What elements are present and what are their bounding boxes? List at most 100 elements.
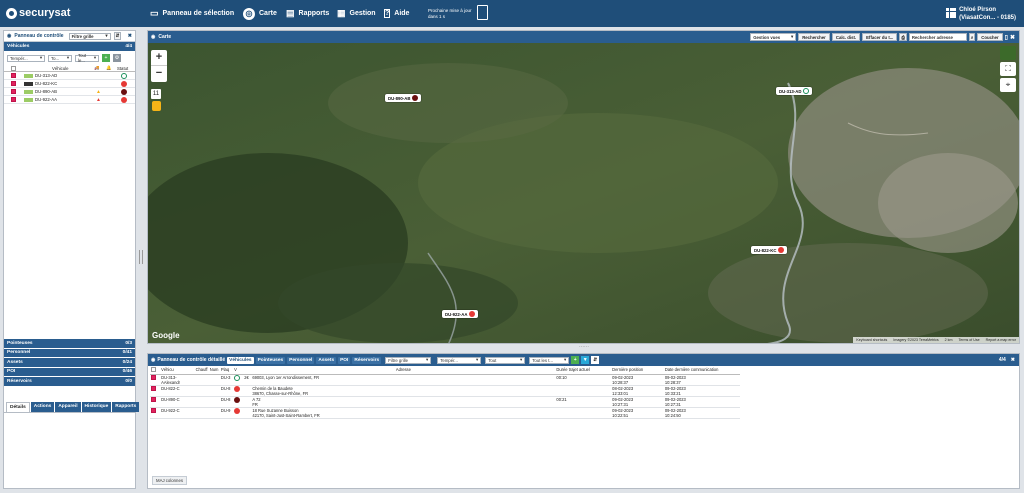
vehicle-row[interactable]: DU-890-AB ▲ — [4, 88, 135, 96]
close-icon[interactable]: ✖ — [1011, 357, 1015, 363]
tab-actions[interactable]: Actions — [30, 401, 55, 412]
column-header[interactable]: Date dernière communication — [663, 366, 740, 375]
temperature-select[interactable]: Tempér... ▾ — [437, 356, 482, 364]
user-info[interactable]: Chloé Pirson (ViasatCon... - 0185) — [959, 6, 1016, 22]
tab-pointeuses[interactable]: Pointeuses — [255, 356, 286, 364]
table-row[interactable]: DU-822-C DU-8 Chemin de la Baudete 38670,… — [150, 385, 740, 397]
tab-vehicules[interactable]: Véhicules — [227, 356, 254, 364]
street-view-pegman-icon[interactable] — [152, 101, 161, 111]
settings-button[interactable]: ⚙ — [113, 54, 121, 62]
column-header[interactable]: V — [233, 366, 244, 375]
tab-details[interactable]: Détails — [6, 401, 30, 412]
nav-rapports[interactable]: ▤ Rapports — [286, 0, 329, 27]
filter-toggle-button[interactable]: ⇵ — [113, 32, 122, 40]
zoom-out-button[interactable]: − — [151, 66, 167, 81]
table-row[interactable]: DU-313-AAlexandr DU-3 2€ 69003, Lyon 1er… — [150, 374, 740, 386]
section-poi[interactable]: POI 0/46 — [4, 366, 135, 376]
all-types-select[interactable]: Tout les t... ▾ — [529, 356, 570, 364]
nav-gestion[interactable]: ▦ Gestion — [337, 0, 376, 27]
tab-historique[interactable]: Historique — [81, 401, 112, 412]
zoom-in-button[interactable]: + — [151, 50, 167, 66]
row-checkbox[interactable] — [11, 73, 16, 78]
vertical-splitter[interactable] — [139, 250, 143, 264]
select-all-checkbox[interactable] — [11, 65, 16, 71]
column-header[interactable]: Adresse — [251, 366, 556, 375]
nav-panneau-selection[interactable]: ▭ Panneau de sélection — [150, 0, 234, 27]
map-marker[interactable]: DU-313-AD — [776, 87, 813, 95]
vehicle-row[interactable]: DU-922-AA ▲ — [4, 96, 135, 104]
tab-personnel[interactable]: Personnel — [287, 356, 315, 364]
update-columns-button[interactable]: MAJ colonnes — [152, 476, 187, 485]
column-header[interactable]: Num — [208, 366, 220, 375]
apps-grid-icon[interactable] — [946, 8, 956, 18]
tab-assets[interactable]: Assets — [316, 356, 337, 364]
address-search-input[interactable]: Rechercher adresse — [908, 33, 967, 41]
nav-carte[interactable]: ◎ Carte — [243, 0, 277, 27]
column-header[interactable]: Durée trajet actuel — [555, 366, 612, 375]
all-select[interactable]: Tout le... ▾ — [75, 53, 99, 63]
satellite-map[interactable] — [148, 43, 1020, 344]
column-header[interactable]: Dernière position — [611, 366, 664, 375]
app-logo[interactable]: securysat — [6, 7, 70, 19]
type-select[interactable]: To... ▾ — [48, 54, 72, 62]
table-row[interactable]: DU-922-C DU-9 18 Rue Suzanne Buisson 4217… — [150, 407, 740, 419]
tab-poi[interactable]: POI — [338, 356, 351, 364]
map-type-globe-icon[interactable] — [1000, 46, 1016, 60]
close-icon[interactable]: ✖ — [1010, 34, 1015, 41]
print-icon[interactable]: ⎙ — [899, 33, 907, 41]
document-icon[interactable] — [477, 5, 488, 20]
column-header[interactable] — [243, 366, 252, 375]
section-personnel[interactable]: Personnel 0/41 — [4, 347, 135, 357]
map-marker[interactable]: DU-822-KC — [751, 246, 788, 254]
section-pointeuses[interactable]: Pointeuses 0/3 — [4, 338, 135, 348]
row-checkbox[interactable] — [151, 407, 156, 413]
fullscreen-icon[interactable]: ⛶ — [1000, 62, 1016, 76]
tab-reservoirs[interactable]: Réservoirs — [352, 356, 382, 364]
cluster-number[interactable]: 11 — [151, 89, 161, 99]
temperature-select[interactable]: Tempér... ▾ — [7, 54, 45, 62]
row-checkbox[interactable] — [151, 396, 156, 402]
vehicle-row[interactable]: DU-822-KC — [4, 80, 135, 88]
calc-distance-button[interactable]: Calc. dist. — [831, 33, 861, 41]
terms-link[interactable]: Terms of Use — [958, 338, 979, 342]
tab-appareil[interactable]: Appareil — [55, 401, 81, 412]
add-button[interactable]: + — [102, 54, 110, 62]
row-checkbox[interactable] — [11, 97, 16, 102]
row-checkbox[interactable] — [11, 81, 16, 86]
views-select[interactable]: Gestion vues ▾ — [750, 33, 797, 41]
filter-input[interactable]: Filtre grille ▾ — [385, 356, 432, 364]
section-reservoirs[interactable]: Réservoirs 0/0 — [4, 376, 135, 386]
report-error-link[interactable]: Report a map error — [986, 338, 1016, 342]
vehicles-section-header[interactable]: Véhicules 4/4 — [4, 42, 135, 51]
column-header[interactable]: Plaq — [219, 366, 234, 375]
select-all-checkbox[interactable] — [151, 366, 156, 372]
section-assets[interactable]: Assets 0/24 — [4, 357, 135, 367]
locate-button[interactable]: Coucher — [977, 33, 1003, 41]
row-checkbox[interactable] — [151, 385, 156, 391]
keyboard-shortcuts-link[interactable]: Keyboard shortcuts — [856, 338, 887, 342]
horizontal-splitter[interactable]: ⋯⋯ — [574, 345, 594, 350]
type-select[interactable]: Tout ▾ — [485, 356, 526, 364]
search-button[interactable]: Rechercher — [798, 33, 830, 41]
vehicle-row[interactable]: DU-313-AD — [4, 72, 135, 80]
clear-button[interactable]: Effacer du t... — [862, 33, 898, 41]
table-row[interactable]: DU-890-C DU-8 A 72 FR 00:21 09-02-2023 10:… — [150, 396, 740, 408]
nav-aide[interactable]: ? Aide — [384, 0, 409, 27]
add-button[interactable]: + — [571, 356, 580, 364]
map-marker[interactable]: DU-922-AA — [442, 310, 479, 318]
bookmark-icon[interactable]: ▯ — [1005, 34, 1008, 41]
search-icon[interactable]: ⌕ — [968, 33, 976, 41]
close-icon[interactable]: ✖ — [128, 33, 132, 39]
filter-toggle-button[interactable]: ⇵ — [591, 356, 600, 364]
tab-rapports[interactable]: Rapports — [112, 401, 140, 412]
column-header[interactable]: Chauff — [194, 366, 209, 375]
row-checkbox[interactable] — [151, 374, 156, 380]
filter-icon[interactable]: ▼ — [581, 356, 590, 364]
map-marker[interactable]: DU-890-AB — [385, 94, 422, 102]
location-pin-icon[interactable]: ⌖ — [1000, 78, 1016, 92]
row-checkbox[interactable] — [11, 89, 16, 94]
vehicle-cell: DU-822-C — [160, 385, 195, 397]
column-header[interactable]: Véhicu — [160, 366, 195, 375]
filter-input[interactable]: Filtre grille ▾ — [68, 32, 111, 40]
truck-icon: 🚚 — [94, 65, 100, 70]
